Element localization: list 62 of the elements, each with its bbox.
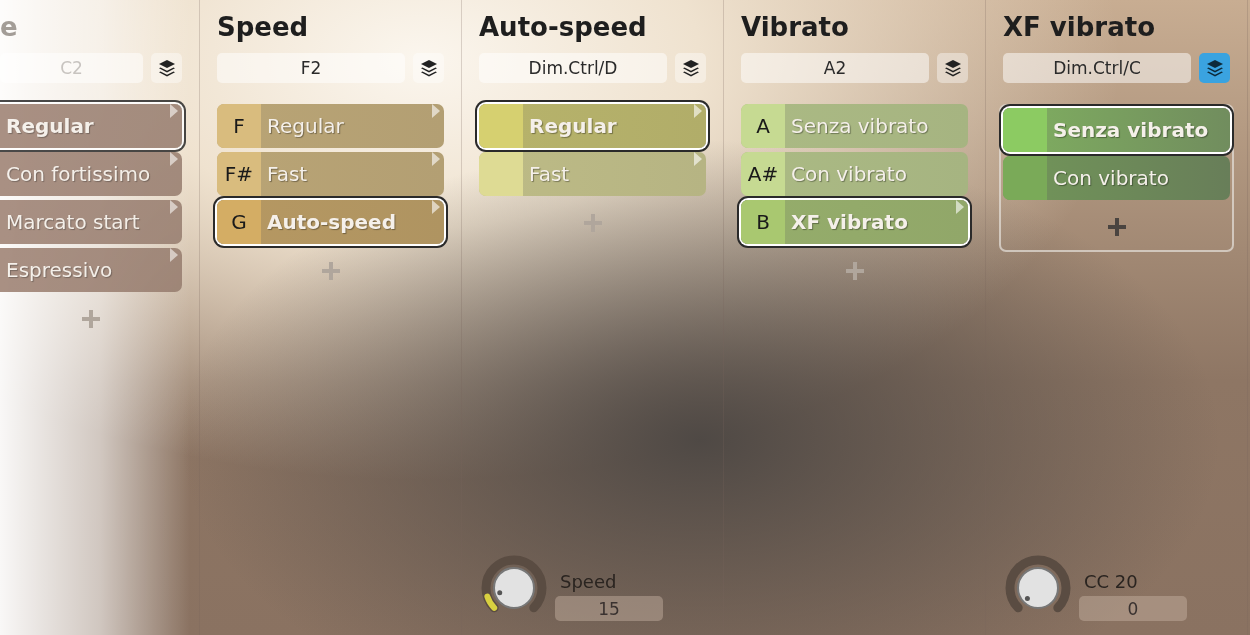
articulation-label: Fast	[528, 161, 571, 188]
layers-icon	[1204, 58, 1225, 78]
layers-button[interactable]	[413, 53, 444, 83]
arrow-icon	[170, 248, 178, 262]
layers-icon	[680, 58, 701, 78]
layers-button[interactable]	[1199, 53, 1230, 83]
articulation-item[interactable]: Marcato start	[0, 200, 182, 244]
arrow-icon	[694, 152, 702, 166]
layers-button[interactable]	[151, 53, 182, 83]
articulation-label: Fast	[266, 161, 309, 188]
key-field[interactable]: A2	[741, 53, 929, 83]
articulation-item[interactable]: Con fortissimo	[0, 152, 182, 196]
articulation-label: Senza vibrato	[790, 113, 930, 140]
knob-label: CC 20	[1083, 571, 1139, 592]
key-note: A	[741, 104, 785, 148]
articulation-label: Con fortissimo	[5, 161, 152, 188]
articulation-item[interactable]: F Regular	[217, 104, 444, 148]
layers-icon	[418, 58, 439, 78]
column-title: XF vibrato	[1003, 11, 1156, 44]
articulation-item[interactable]: Espressivo	[0, 248, 182, 292]
arrow-icon	[956, 200, 964, 214]
key-note: B	[741, 200, 785, 244]
arrow-icon	[432, 200, 440, 214]
arrow-icon	[170, 104, 178, 118]
column-title: Vibrato	[741, 11, 850, 44]
articulation-label: Con vibrato	[1052, 165, 1170, 192]
articulation-label: Senza vibrato	[1052, 117, 1210, 144]
key-note: F	[217, 104, 261, 148]
knob-label: Speed	[559, 571, 618, 592]
articulation-item[interactable]: F# Fast	[217, 152, 444, 196]
value-field[interactable]: 15	[555, 596, 663, 621]
articulation-label: Auto-speed	[266, 209, 397, 236]
arrow-icon	[432, 152, 440, 166]
key-note: A#	[741, 152, 785, 196]
articulation-label: Regular	[5, 113, 95, 140]
key-field[interactable]: Dim.Ctrl/D	[479, 53, 667, 83]
layers-button[interactable]	[675, 53, 706, 83]
articulation-item[interactable]: Con vibrato	[1003, 156, 1230, 200]
key-field[interactable]: Dim.Ctrl/C	[1003, 53, 1191, 83]
key-note: G	[217, 200, 261, 244]
articulation-label: Con vibrato	[790, 161, 908, 188]
key-field[interactable]: F2	[217, 53, 405, 83]
layers-button[interactable]	[937, 53, 968, 83]
column-title: e	[0, 11, 19, 44]
articulation-label: Marcato start	[5, 209, 141, 236]
arrow-icon	[432, 104, 440, 118]
articulation-item[interactable]: A# Con vibrato	[741, 152, 968, 196]
layers-icon	[942, 58, 963, 78]
add-icon[interactable]	[1107, 218, 1126, 236]
articulation-label: Regular	[528, 113, 618, 140]
arrow-icon	[170, 200, 178, 214]
key-note: F#	[217, 152, 261, 196]
articulation-label: XF vibrato	[790, 209, 909, 236]
layers-icon	[156, 58, 177, 78]
articulation-item[interactable]: A Senza vibrato	[741, 104, 968, 148]
column-title: Auto-speed	[479, 11, 648, 44]
arrow-icon	[170, 152, 178, 166]
articulation-label: Espressivo	[5, 257, 114, 284]
articulation-label: Regular	[266, 113, 345, 140]
arrow-icon	[694, 104, 702, 118]
column-title: Speed	[217, 11, 310, 44]
value-field[interactable]: 0	[1079, 596, 1187, 621]
